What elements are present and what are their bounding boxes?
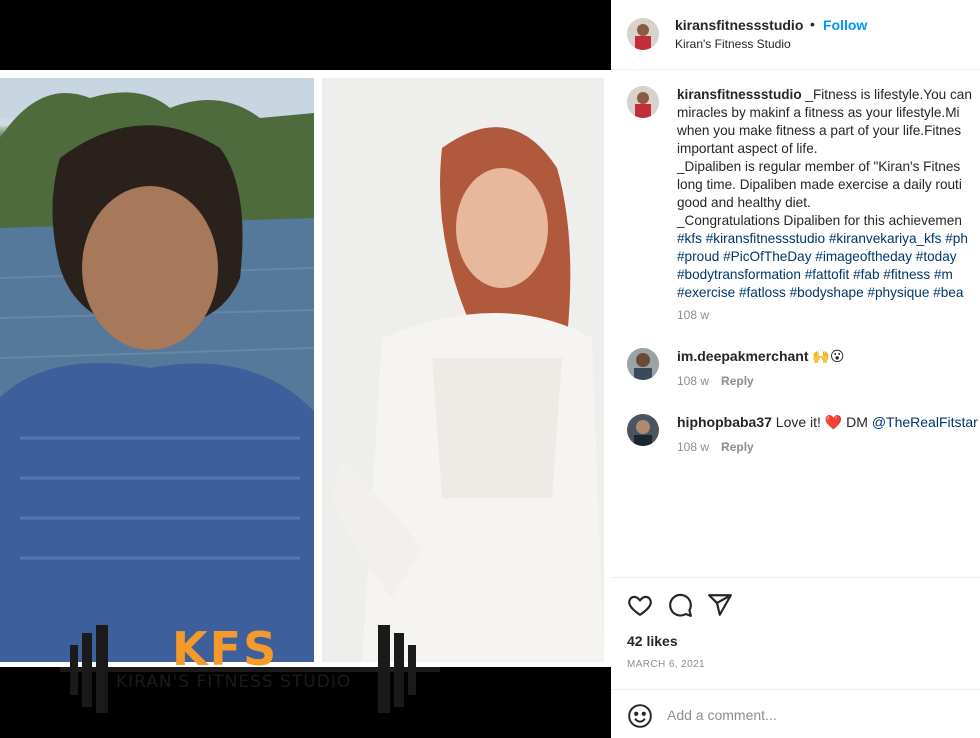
comment-body: 🙌😮	[808, 348, 845, 364]
header-username[interactable]: kiransfitnessstudio	[675, 17, 803, 33]
reply-button[interactable]: Reply	[721, 374, 754, 388]
post-image: KFS KIRAN'S FITNESS STUDIO	[0, 70, 611, 713]
caption-line: _Fitness is lifestyle.You can	[801, 87, 972, 102]
post-caption: kiransfitnessstudio _Fitness is lifestyl…	[677, 86, 980, 302]
hashtag-line[interactable]: #proud #PicOfTheDay #imageoftheday #toda…	[677, 248, 980, 266]
comment-body: Love it! ❤️ DM	[771, 414, 872, 430]
before-photo	[0, 78, 314, 662]
reply-button[interactable]: Reply	[721, 440, 754, 454]
post-header: kiransfitnessstudio • Follow Kiran's Fit…	[611, 0, 980, 70]
comment-text: hiphopbaba37 Love it! ❤️ DM @TheRealFits…	[677, 414, 978, 431]
commenter-avatar[interactable]	[627, 348, 659, 380]
comment-icon[interactable]	[667, 592, 693, 618]
logo-kfs-text: KFS	[172, 622, 279, 676]
hashtag-line[interactable]: #bodytransformation #fattofit #fab #fitn…	[677, 266, 980, 284]
logo-subtext: KIRAN'S FITNESS STUDIO	[116, 672, 352, 692]
caption-timestamp[interactable]: 108 w	[677, 308, 709, 322]
post-date[interactable]: MARCH 6, 2021	[627, 659, 705, 670]
caption-line: important aspect of life.	[677, 141, 818, 156]
post-media[interactable]: KFS KIRAN'S FITNESS STUDIO	[0, 0, 611, 738]
caption-line: miracles by makinf a fitness as your lif…	[677, 105, 960, 120]
follow-button[interactable]: Follow	[823, 17, 867, 33]
share-icon[interactable]	[707, 592, 733, 618]
post-side-panel: kiransfitnessstudio • Follow Kiran's Fit…	[611, 0, 980, 738]
before-photo-illustration	[0, 78, 314, 662]
after-photo	[322, 78, 604, 662]
caption-line: _Congratulations Dipaliben for this achi…	[677, 213, 962, 228]
avatar[interactable]	[627, 18, 659, 50]
comment-mention[interactable]: @TheRealFitstar	[872, 414, 978, 430]
caption-avatar[interactable]	[627, 86, 659, 118]
hashtag-line[interactable]: #kfs #kiransfitnessstudio #kiranvekariya…	[677, 230, 980, 248]
comment-username[interactable]: hiphopbaba37	[677, 414, 772, 430]
caption-line: _Dipaliben is regular member of "Kiran's…	[677, 159, 961, 174]
after-photo-illustration	[322, 78, 604, 662]
comment-meta: 108 w Reply	[677, 440, 754, 454]
comment-text: im.deepakmerchant 🙌😮	[677, 348, 844, 365]
add-comment-bar	[611, 689, 980, 738]
header-separator: •	[810, 16, 815, 32]
hashtag-line[interactable]: #exercise #fatloss #bodyshape #physique …	[677, 284, 980, 302]
comment-username[interactable]: im.deepakmerchant	[677, 348, 809, 364]
likes-count[interactable]: 42 likes	[627, 633, 678, 649]
header-subtitle[interactable]: Kiran's Fitness Studio	[675, 37, 791, 51]
comment-timestamp[interactable]: 108 w	[677, 374, 709, 388]
caption-line: when you make fitness a part of your lif…	[677, 123, 962, 138]
commenter-avatar[interactable]	[627, 414, 659, 446]
caption-line: long time. Dipaliben made exercise a dai…	[677, 177, 962, 192]
caption-line: good and healthy diet.	[677, 195, 811, 210]
caption-username[interactable]: kiransfitnessstudio	[677, 87, 802, 102]
comment-input[interactable]	[667, 702, 967, 728]
comment-meta: 108 w Reply	[677, 374, 754, 388]
emoji-icon[interactable]	[627, 703, 653, 729]
heart-icon[interactable]	[627, 592, 653, 618]
comment-timestamp[interactable]: 108 w	[677, 440, 709, 454]
post-actions: 42 likes MARCH 6, 2021	[611, 577, 980, 738]
